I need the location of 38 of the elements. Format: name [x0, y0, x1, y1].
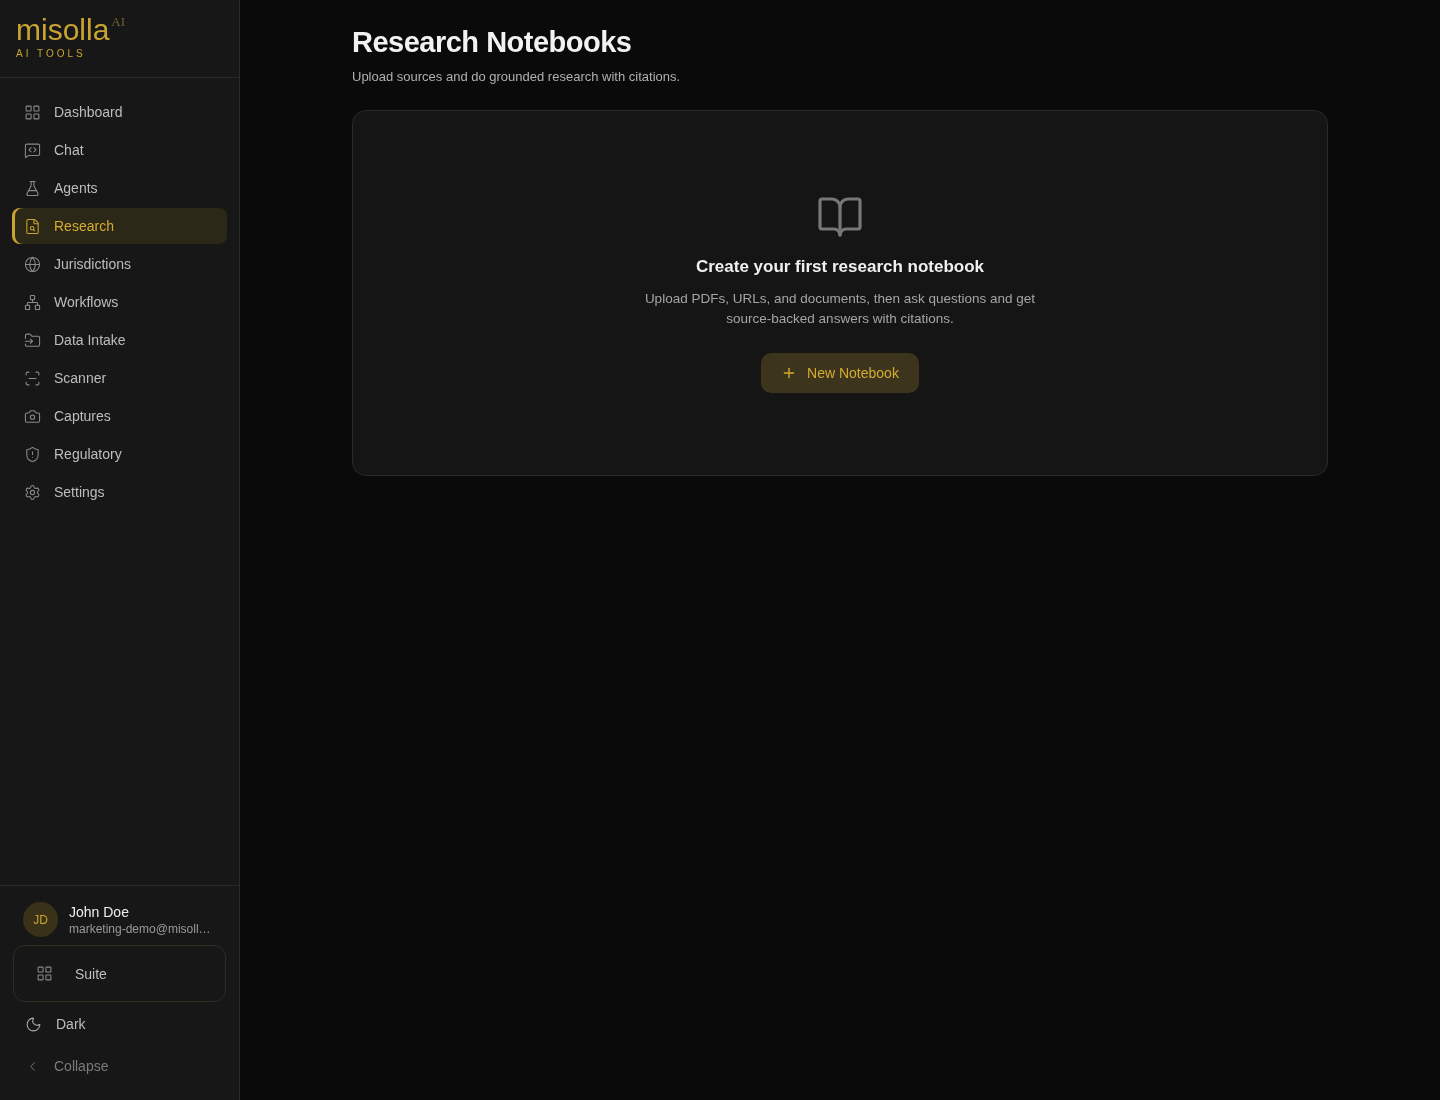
document-search-icon — [24, 217, 41, 235]
sidebar-item[interactable]: Regulatory — [12, 436, 227, 472]
chat-icon — [24, 141, 41, 159]
camera-icon — [24, 407, 41, 425]
settings-icon — [24, 483, 41, 501]
sidebar-item[interactable]: Captures — [12, 398, 227, 434]
user-avatar: JD — [23, 902, 58, 937]
suite-button[interactable]: Suite — [13, 945, 226, 1002]
sidebar-item[interactable]: Dashboard — [12, 94, 227, 130]
collapse-button[interactable]: Collapse — [13, 1046, 226, 1086]
shield-icon — [24, 445, 41, 463]
flask-icon — [24, 179, 41, 197]
scan-icon — [24, 369, 41, 387]
folder-icon — [24, 331, 41, 349]
logo-tagline: AI TOOLS — [16, 48, 87, 59]
globe-icon — [24, 255, 41, 273]
new-notebook-button[interactable]: New Notebook — [761, 353, 919, 393]
empty-state-title: Create your first research notebook — [695, 257, 985, 277]
sidebar-item[interactable]: Chat — [12, 132, 227, 168]
grid-icon — [36, 965, 53, 982]
page-title: Research Notebooks — [352, 26, 633, 59]
sidebar-item[interactable]: Scanner — [12, 360, 227, 396]
grid-icon — [24, 103, 41, 121]
logo-superscript: AI — [111, 14, 126, 30]
page-subtitle: Upload sources and do grounded research with citations. — [352, 69, 682, 84]
sidebar-item[interactable]: Research — [12, 208, 227, 244]
logo-wordmark: misolla — [16, 14, 110, 46]
network-icon — [24, 293, 41, 311]
moon-icon — [25, 1015, 42, 1033]
user-name: John Doe — [69, 903, 130, 920]
sidebar-item[interactable]: Agents — [12, 170, 227, 206]
sidebar-item[interactable]: Settings — [12, 474, 227, 510]
sidebar-item[interactable]: Data Intake — [12, 322, 227, 358]
sidebar-item[interactable]: Jurisdictions — [12, 246, 227, 282]
sidebar-item[interactable]: Workflows — [12, 284, 227, 320]
user-email: marketing-demo@misoll… — [69, 921, 211, 936]
theme-toggle[interactable]: Dark — [13, 1004, 226, 1044]
empty-state-text: Upload PDFs, URLs, and documents, then ask questions and get source-backed answers with citations. — [643, 290, 1037, 328]
